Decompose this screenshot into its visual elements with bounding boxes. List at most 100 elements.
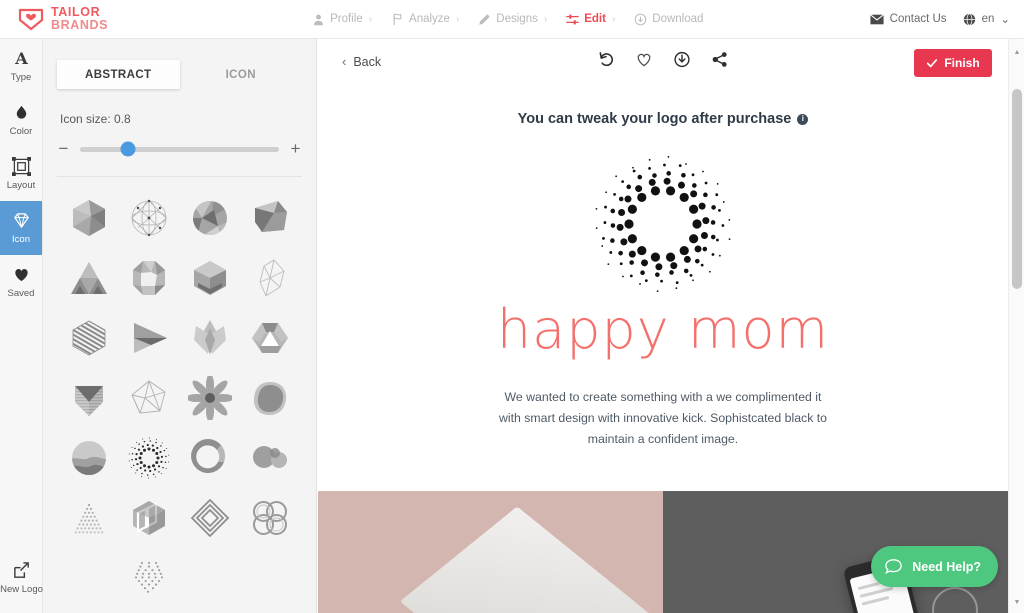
- envelope-icon: [869, 13, 884, 24]
- tab-abstract[interactable]: ABSTRACT: [57, 60, 180, 89]
- need-help-widget[interactable]: Need Help?: [871, 546, 998, 587]
- icon-cell-dotted-ring[interactable]: [119, 428, 179, 488]
- icon-cell-open-ring[interactable]: [180, 428, 240, 488]
- contact-us-label: Contact Us: [889, 13, 947, 25]
- page-scrollbar[interactable]: ▲ ▼: [1008, 39, 1024, 613]
- icon-cell-play-arrow-prism[interactable]: [119, 308, 179, 368]
- rail-item-layout[interactable]: Layout: [0, 147, 42, 201]
- icon-cell-wireframe-sphere[interactable]: [119, 188, 179, 248]
- tailor-brands-logo-editor: TAILOR BRANDS Profile › Analyze › Design…: [0, 0, 1024, 613]
- icon-cell-overlapping-circles[interactable]: [240, 428, 300, 488]
- droplet-icon: [16, 105, 26, 119]
- icon-cell-inverted-pyramid[interactable]: [59, 368, 119, 428]
- diamond-icon: [13, 213, 29, 228]
- panel-tabs: ABSTRACT ICON: [57, 60, 302, 89]
- icon-cell-folded-polygon[interactable]: [240, 188, 300, 248]
- tweak-notice: You can tweak your logo after purchase i: [318, 111, 1008, 127]
- flag-icon: [393, 13, 402, 25]
- new-logo-button[interactable]: New Logo: [0, 551, 43, 605]
- top-header: TAILOR BRANDS Profile › Analyze › Design…: [0, 0, 1024, 39]
- finish-button[interactable]: Finish: [914, 49, 992, 77]
- icon-cell-starburst-flower[interactable]: [180, 368, 240, 428]
- share-icon[interactable]: [712, 51, 729, 68]
- need-help-label: Need Help?: [912, 559, 981, 574]
- nav-label-profile: Profile: [330, 13, 363, 25]
- download-circle-icon: [634, 13, 647, 25]
- icon-cell-dotted-triangle[interactable]: [59, 488, 119, 548]
- logo-preview[interactable]: happy mom: [318, 149, 1008, 357]
- heart-icon: [14, 269, 28, 282]
- rail-item-type[interactable]: A Type: [0, 39, 42, 93]
- logo-name: happy mom: [496, 298, 830, 361]
- decrease-size-button[interactable]: −: [57, 139, 70, 159]
- tab-icon-label: ICON: [225, 68, 256, 81]
- nav-item-designs[interactable]: Designs ›: [469, 13, 557, 26]
- icon-cell-striped-cube[interactable]: [119, 488, 179, 548]
- rail-item-icon[interactable]: Icon: [0, 201, 42, 255]
- canvas-toolbar: ‹ Back Finish: [318, 39, 1008, 89]
- back-label: Back: [353, 54, 382, 69]
- icon-cell-dotted-shield[interactable]: [119, 548, 179, 608]
- info-icon[interactable]: i: [797, 113, 809, 125]
- tab-icon[interactable]: ICON: [180, 60, 303, 89]
- icon-cell-blob-circle[interactable]: [240, 368, 300, 428]
- nav-item-analyze[interactable]: Analyze ›: [382, 13, 469, 26]
- icon-cell-triangle-mosaic[interactable]: [59, 248, 119, 308]
- lotus-petals-icon: [193, 320, 226, 354]
- icon-cell-celtic-knot[interactable]: [240, 488, 300, 548]
- icon-cell-hex-triangle[interactable]: [240, 308, 300, 368]
- icon-grid: [43, 177, 316, 608]
- back-button[interactable]: ‹ Back: [342, 54, 381, 69]
- icon-cell-striped-hexagon[interactable]: [59, 308, 119, 368]
- icon-cell-wireframe-crystal[interactable]: [240, 248, 300, 308]
- packaging-mockup[interactable]: [318, 491, 663, 613]
- rail-label-type: Type: [10, 72, 32, 83]
- brand-logo[interactable]: TAILOR BRANDS: [18, 6, 108, 32]
- download-circle-icon[interactable]: [674, 51, 691, 68]
- nav-item-download[interactable]: Download: [625, 13, 712, 26]
- blob-circle-icon: [253, 382, 286, 415]
- pencil-icon: [479, 13, 491, 25]
- rail-label-layout: Layout: [6, 180, 36, 191]
- icon-cell-faceted-octagon[interactable]: [119, 248, 179, 308]
- icon-size-slider-thumb[interactable]: [120, 141, 136, 157]
- icon-cell-faceted-circle[interactable]: [180, 188, 240, 248]
- faceted-octagon-icon: [133, 261, 166, 295]
- dotted-triangle-icon: [74, 503, 104, 534]
- dotted-shield-icon: [135, 561, 164, 593]
- packaging-box: [400, 506, 663, 613]
- wireframe-sphere-icon: [131, 199, 167, 237]
- rail-item-saved[interactable]: Saved: [0, 255, 42, 309]
- rail-item-color[interactable]: Color: [0, 93, 42, 147]
- icon-cell-lotus-petals[interactable]: [180, 308, 240, 368]
- rail-label-color: Color: [9, 126, 33, 137]
- starburst-flower-icon: [187, 376, 232, 420]
- decorative-circle: [932, 587, 978, 613]
- language-selector[interactable]: en ⌄: [963, 12, 1010, 26]
- contact-us-button[interactable]: Contact Us: [869, 13, 947, 25]
- icon-cell-wireframe-polygon[interactable]: [119, 368, 179, 428]
- nav-item-edit[interactable]: Edit ›: [557, 13, 625, 26]
- sliders-icon: [566, 14, 579, 24]
- increase-size-button[interactable]: +: [289, 139, 302, 159]
- shaded-hexagon-icon: [193, 261, 226, 295]
- scrollbar-thumb[interactable]: [1012, 89, 1022, 289]
- icon-cell-landscape-circle[interactable]: [59, 428, 119, 488]
- icon-cell-nested-diamond[interactable]: [180, 488, 240, 548]
- faceted-circle-icon: [192, 201, 227, 235]
- new-logo-icon: [14, 562, 29, 578]
- celtic-knot-icon: [252, 501, 287, 535]
- scroll-down-arrow[interactable]: ▼: [1009, 595, 1024, 609]
- scroll-up-arrow[interactable]: ▲: [1009, 45, 1024, 59]
- top-navigation: Profile › Analyze › Designs › Edit › Dow…: [303, 13, 712, 26]
- rail-label-saved: Saved: [7, 288, 35, 299]
- striped-cube-icon: [133, 501, 166, 535]
- icon-cell-shaded-hexagon[interactable]: [180, 248, 240, 308]
- nav-item-profile[interactable]: Profile ›: [303, 13, 382, 26]
- undo-icon[interactable]: [598, 51, 615, 68]
- nav-sep-2: ›: [543, 13, 548, 25]
- icon-size-slider-track[interactable]: [80, 141, 279, 157]
- canvas-tools: [598, 51, 729, 68]
- icon-cell-low-poly-icosahedron[interactable]: [59, 188, 119, 248]
- heart-icon[interactable]: [636, 51, 653, 68]
